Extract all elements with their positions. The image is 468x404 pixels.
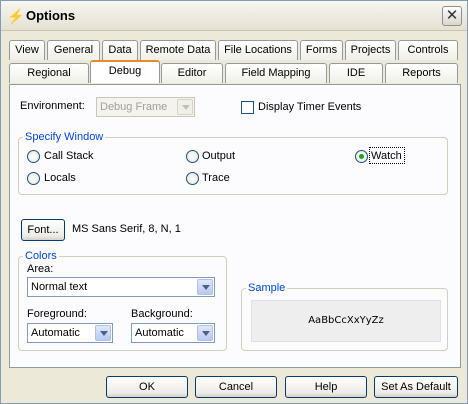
colors-title: Colors [23,250,59,262]
radio-output[interactable] [186,150,199,163]
chevron-down-icon [197,279,213,295]
foreground-label: Foreground: [27,308,87,320]
radio-call-stack-label: Call Stack [44,150,94,162]
background-value: Automatic [135,327,184,339]
cancel-button[interactable]: Cancel [195,376,277,398]
sample-preview: AaBbCcXxYyZz [251,300,441,342]
tab-file-locations[interactable]: File Locations [218,40,298,60]
environment-select[interactable]: Debug Frame [96,97,195,117]
tab-editor[interactable]: Editor [161,63,223,83]
foreground-value: Automatic [31,327,80,339]
help-button[interactable]: Help [285,376,367,398]
display-timer-events-label: Display Timer Events [258,101,362,113]
area-value: Normal text [31,281,88,293]
radio-output-label: Output [202,150,236,162]
area-select[interactable]: Normal text [27,277,215,297]
foreground-select[interactable]: Automatic [27,323,113,343]
environment-value: Debug Frame [100,101,168,113]
chevron-down-icon [197,325,213,341]
app-icon: ⚡ [7,8,25,24]
radio-trace-label: Trace [202,172,230,184]
tab-debug[interactable]: Debug [90,60,160,83]
tab-field-mapping[interactable]: Field Mapping [225,63,327,83]
window-title: Options [26,8,76,23]
set-as-default-button[interactable]: Set As Default [374,376,458,398]
tab-projects[interactable]: Projects [345,40,396,60]
radio-call-stack[interactable] [27,150,40,163]
specify-window-title: Specify Window [23,131,106,143]
close-button[interactable]: ✕ [442,6,462,26]
radio-watch-label: Watch [371,150,402,162]
environment-label: Environment: [20,100,85,112]
sample-title: Sample [246,282,288,294]
radio-locals[interactable] [27,172,40,185]
tab-remote-data[interactable]: Remote Data [140,40,216,60]
sample-text: AaBbCcXxYyZz [308,315,384,326]
area-label: Area: [27,263,54,275]
close-icon: ✕ [445,7,459,24]
radio-locals-label: Locals [44,172,76,184]
tab-forms[interactable]: Forms [300,40,343,60]
tab-general[interactable]: General [47,40,100,60]
chevron-down-icon [177,99,193,115]
tab-regional[interactable]: Regional [9,63,89,83]
tab-controls[interactable]: Controls [398,40,458,60]
background-select[interactable]: Automatic [131,323,215,343]
font-value: MS Sans Serif, 8, N, 1 [72,223,181,235]
options-dialog: ⚡ Options ✕ View General Data Remote Dat… [0,0,468,404]
radio-trace[interactable] [186,172,199,185]
tab-view[interactable]: View [9,40,45,60]
tab-reports[interactable]: Reports [385,63,458,83]
chevron-down-icon [95,325,111,341]
display-timer-events-checkbox[interactable] [241,101,254,114]
background-label: Background: [131,308,193,320]
radio-watch[interactable] [355,150,368,163]
title-bar[interactable]: ⚡ Options ✕ [1,1,467,31]
tab-data[interactable]: Data [102,40,138,60]
font-button[interactable]: Font... [21,219,65,241]
tab-ide[interactable]: IDE [329,63,383,83]
specify-window-group [18,137,448,195]
ok-button[interactable]: OK [106,376,188,398]
